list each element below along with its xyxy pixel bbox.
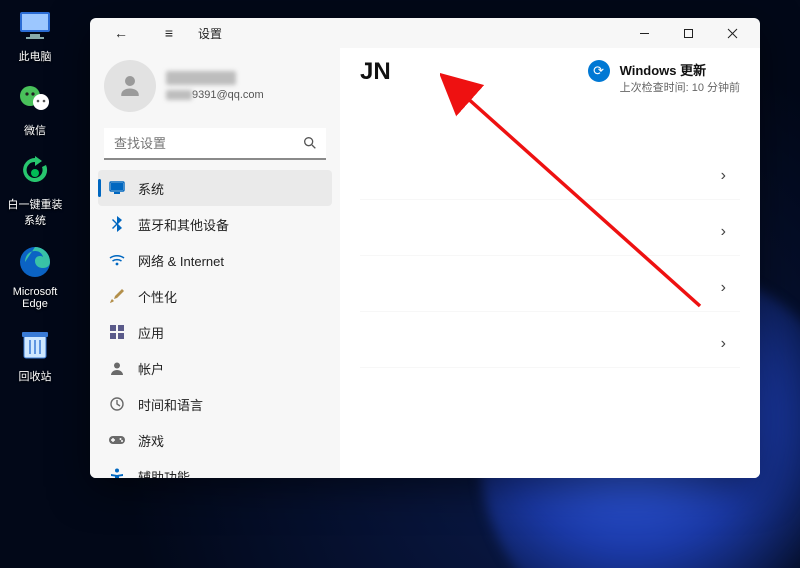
desktop-icon-wechat[interactable]: 微信 bbox=[4, 78, 66, 138]
settings-row[interactable]: › bbox=[360, 319, 740, 369]
nav-item-label: 应用 bbox=[138, 323, 164, 342]
desktop-icon-reinstall[interactable]: 白一键重装系统 bbox=[4, 152, 66, 228]
nav-item-label: 蓝牙和其他设备 bbox=[138, 215, 229, 234]
nav-item-net[interactable]: 网络 & Internet bbox=[98, 242, 332, 278]
nav-list: 系统蓝牙和其他设备网络 & Internet 个性化应用帐户时间和语言游戏辅助功能 bbox=[98, 170, 332, 478]
desktop-icon-label: 白一键重装系统 bbox=[4, 196, 66, 228]
chevron-right-icon: › bbox=[721, 279, 726, 297]
desktop-icon-label: 回收站 bbox=[4, 368, 66, 384]
back-button[interactable]: ← bbox=[102, 18, 140, 48]
user-icon bbox=[108, 359, 126, 377]
settings-window: ← ≡ 设置 bbox=[90, 18, 760, 478]
nav-item-label: 时间和语言 bbox=[138, 395, 203, 414]
nav-item-apps[interactable]: 应用 bbox=[98, 314, 332, 350]
minimize-button[interactable] bbox=[622, 18, 666, 48]
search-icon bbox=[302, 135, 318, 156]
minimize-icon bbox=[639, 28, 650, 39]
chevron-right-icon: › bbox=[721, 335, 726, 353]
search-input[interactable] bbox=[104, 128, 326, 160]
account-email: 9391@qq.com bbox=[166, 89, 264, 101]
game-icon bbox=[108, 431, 126, 449]
update-title: Windows 更新 bbox=[620, 60, 740, 79]
pc-icon bbox=[15, 4, 55, 44]
nav-item-label: 个性化 bbox=[138, 287, 177, 306]
nav-item-system[interactable]: 系统 bbox=[98, 170, 332, 206]
nav-item-user[interactable]: 帐户 bbox=[98, 350, 332, 386]
brush-icon bbox=[108, 287, 126, 305]
apps-icon bbox=[108, 323, 126, 341]
account-name-redacted bbox=[166, 71, 236, 85]
settings-row[interactable]: › bbox=[360, 263, 740, 313]
recycle-icon bbox=[15, 324, 55, 364]
desktop-icon-pc[interactable]: 此电脑 bbox=[4, 4, 66, 64]
settings-rows: › › › › bbox=[360, 151, 740, 369]
net-icon bbox=[108, 251, 126, 269]
access-icon bbox=[108, 467, 126, 478]
hamburger-icon: ≡ bbox=[165, 25, 173, 41]
window-title: 设置 bbox=[198, 25, 222, 42]
desktop-icons: 此电脑微信白一键重装系统 Microsoft Edge 回收站 bbox=[4, 4, 72, 398]
account-block[interactable]: 9391@qq.com bbox=[98, 52, 332, 126]
nav-item-brush[interactable]: 个性化 bbox=[98, 278, 332, 314]
edge-icon bbox=[15, 242, 55, 282]
desktop-icon-recycle[interactable]: 回收站 bbox=[4, 324, 66, 384]
account-text: 9391@qq.com bbox=[166, 71, 264, 101]
nav-item-label: 网络 & Internet bbox=[138, 251, 224, 270]
nav-item-access[interactable]: 辅助功能 bbox=[98, 458, 332, 478]
close-button[interactable] bbox=[710, 18, 754, 48]
nav-item-label: 系统 bbox=[138, 179, 164, 198]
desktop-icon-label: 此电脑 bbox=[4, 48, 66, 64]
nav-item-label: 辅助功能 bbox=[138, 467, 190, 479]
maximize-icon bbox=[683, 28, 694, 39]
chevron-right-icon: › bbox=[721, 167, 726, 185]
sidebar: 9391@qq.com 系统蓝牙和其他设备网络 & Internet 个性化应用帐… bbox=[90, 48, 340, 478]
desktop-icon-edge[interactable]: Microsoft Edge bbox=[4, 242, 66, 310]
nav-item-game[interactable]: 游戏 bbox=[98, 422, 332, 458]
search-box[interactable] bbox=[104, 128, 326, 160]
wechat-icon bbox=[15, 78, 55, 118]
bt-icon bbox=[108, 215, 126, 233]
avatar bbox=[104, 60, 156, 112]
close-icon bbox=[727, 28, 738, 39]
nav-item-label: 帐户 bbox=[138, 359, 164, 378]
nav-item-time[interactable]: 时间和语言 bbox=[98, 386, 332, 422]
maximize-button[interactable] bbox=[666, 18, 710, 48]
system-icon bbox=[108, 179, 126, 197]
time-icon bbox=[108, 395, 126, 413]
nav-item-label: 游戏 bbox=[138, 431, 164, 450]
windows-update-card[interactable]: ⟳ Windows 更新 上次检查时间: 10 分钟前 bbox=[588, 56, 740, 95]
titlebar: ← ≡ 设置 bbox=[90, 18, 760, 48]
desktop-icon-label: 微信 bbox=[4, 122, 66, 138]
menu-button[interactable]: ≡ bbox=[150, 18, 188, 48]
arrow-left-icon: ← bbox=[114, 25, 128, 41]
nav-item-bt[interactable]: 蓝牙和其他设备 bbox=[98, 206, 332, 242]
page-title: JN bbox=[360, 58, 391, 86]
chevron-right-icon: › bbox=[721, 223, 726, 241]
desktop-icon-label: Microsoft Edge bbox=[4, 286, 66, 310]
sync-icon: ⟳ bbox=[588, 60, 610, 82]
settings-row[interactable]: › bbox=[360, 151, 740, 201]
reinstall-icon bbox=[15, 152, 55, 192]
settings-row[interactable]: › bbox=[360, 207, 740, 257]
update-subtitle: 上次检查时间: 10 分钟前 bbox=[620, 79, 740, 95]
content-pane: JN ⟳ Windows 更新 上次检查时间: 10 分钟前 › › › › bbox=[340, 48, 760, 478]
